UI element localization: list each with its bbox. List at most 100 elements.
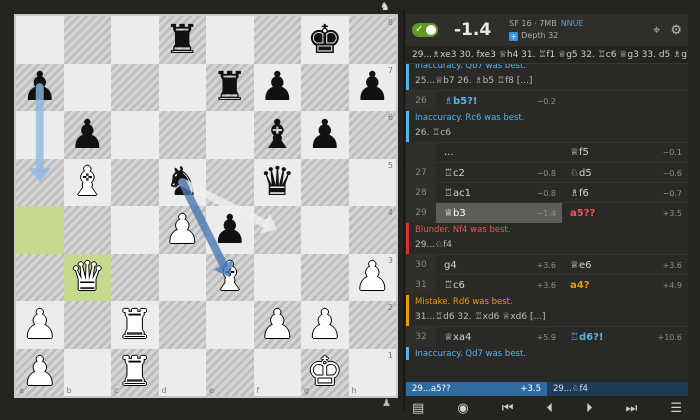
square-h1[interactable]: h1 — [348, 348, 396, 396]
white-pawn-piece[interactable]: ♟ — [159, 206, 207, 254]
square-h7[interactable]: ♟ 7 — [348, 63, 396, 111]
square-d2[interactable] — [158, 301, 206, 349]
move-black[interactable]: a4? +4.9 — [562, 275, 688, 295]
square-a6[interactable] — [16, 111, 64, 159]
move-black[interactable]: ♕f5 −0.1 — [562, 143, 688, 162]
square-b2[interactable] — [63, 301, 111, 349]
white-bishop-piece[interactable]: ♝ — [206, 254, 254, 302]
square-g7[interactable] — [301, 63, 349, 111]
square-e2[interactable] — [206, 301, 254, 349]
square-c1[interactable]: ♜ c — [111, 348, 159, 396]
square-a5[interactable] — [16, 158, 64, 206]
circle-icon[interactable]: ◉ — [457, 401, 468, 416]
square-f7[interactable]: ♟ — [253, 63, 302, 112]
move-black[interactable]: ♕e6 +3.6 — [562, 255, 688, 275]
square-c5[interactable] — [111, 158, 159, 206]
square-e5[interactable] — [206, 158, 254, 206]
plus-icon[interactable]: + — [509, 31, 519, 41]
square-e4[interactable]: ♟ — [206, 206, 254, 254]
book-icon[interactable]: ▤ — [412, 401, 424, 416]
square-e6[interactable] — [206, 111, 254, 159]
move-white-current[interactable]: ♕b3 −1.4 — [436, 203, 562, 223]
comment-variation[interactable]: 26. ♖c6 — [415, 124, 682, 142]
white-pawn-piece[interactable]: ♟ — [16, 301, 64, 349]
square-b5[interactable]: ♝ — [63, 158, 112, 207]
move-black[interactable]: ♖d6?! +10.6 — [562, 327, 688, 347]
status-current-move[interactable]: 29...a5?? +3.5 — [406, 382, 547, 396]
chess-board[interactable]: ♜ ♚ 8 ♟ ♜ ♟ ♟ 7 ♟ ♝ ♟ 6 ♝ ♞ ♛ 5 ♟ ♟ 4 ♛ ♝ ♟ 3 ♟ ♜ ♟ ♟ 2 ♟ a b ♜ c d e f ♚ g h 1 — [16, 16, 396, 396]
square-d3[interactable] — [158, 253, 206, 301]
move-white[interactable]: ♗b5?! −0.2 — [436, 91, 562, 111]
square-c4[interactable] — [111, 206, 159, 254]
square-e1[interactable]: e — [206, 348, 254, 396]
black-pawn-piece[interactable]: ♟ — [206, 206, 254, 254]
square-a3[interactable] — [16, 253, 64, 301]
move-white[interactable]: ♖c6 +3.6 — [436, 275, 562, 295]
black-pawn-piece[interactable]: ♟ — [64, 111, 112, 159]
square-f4[interactable] — [253, 206, 301, 254]
square-d7[interactable] — [158, 63, 206, 111]
move-white[interactable]: ♖ac1 −0.8 — [436, 183, 562, 203]
last-move-icon[interactable]: ⏭ — [626, 401, 638, 416]
square-c3[interactable] — [111, 253, 159, 301]
prev-move-icon[interactable]: ⏴ — [546, 401, 553, 416]
square-h2[interactable]: 2 — [348, 301, 396, 349]
square-f8[interactable] — [253, 16, 301, 64]
target-icon[interactable]: ⌖ — [653, 23, 660, 38]
black-rook-piece[interactable]: ♜ — [159, 16, 207, 64]
square-g8[interactable]: ♚ — [301, 16, 349, 64]
black-pawn-piece[interactable]: ♟ — [254, 64, 302, 112]
square-b1[interactable]: b — [63, 348, 111, 396]
comment-variation[interactable]: 25...♕b7 26. ♗b5 ♖f8 [...] — [415, 72, 682, 90]
square-e8[interactable] — [206, 16, 254, 64]
square-f2[interactable]: ♟ — [253, 301, 301, 349]
white-bishop-piece[interactable]: ♝ — [64, 159, 112, 207]
square-d5[interactable]: ♞ — [158, 158, 207, 207]
square-a7[interactable]: ♟ — [16, 63, 64, 112]
engine-toggle[interactable]: ✓ — [412, 23, 438, 37]
square-b3[interactable]: ♛ — [63, 253, 111, 301]
square-d6[interactable] — [158, 111, 206, 159]
pv-line[interactable]: 29...♗xe3 30. fxe3 ♕h4 31. ♖f1 ♕g5 32. ♖… — [406, 46, 688, 64]
square-b8[interactable] — [63, 16, 111, 64]
square-a8[interactable] — [16, 16, 64, 64]
square-h3[interactable]: ♟ 3 — [348, 253, 396, 301]
next-move-icon[interactable]: ⏵ — [586, 401, 593, 416]
square-d1[interactable]: d — [158, 348, 206, 396]
square-f6[interactable]: ♝ — [253, 111, 302, 159]
white-pawn-piece[interactable]: ♟ — [301, 301, 349, 349]
square-g4[interactable] — [301, 206, 349, 254]
first-move-icon[interactable]: ⏮ — [502, 401, 514, 416]
square-f1[interactable]: f — [253, 348, 301, 396]
square-h4[interactable]: 4 — [348, 206, 396, 254]
move-black[interactable]: a5?? +3.5 — [562, 203, 688, 223]
black-rook-piece[interactable]: ♜ — [206, 64, 254, 112]
square-b7[interactable] — [63, 63, 111, 111]
square-g3[interactable] — [301, 253, 349, 301]
square-c2[interactable]: ♜ — [111, 301, 159, 349]
move-black[interactable]: ♗f6 −0.7 — [562, 183, 688, 203]
black-king-piece[interactable]: ♚ — [301, 16, 349, 64]
square-b4[interactable] — [63, 206, 111, 254]
square-a4[interactable] — [16, 206, 64, 254]
square-h8[interactable]: 8 — [348, 16, 396, 64]
knight-flip-icon[interactable]: ♞ — [380, 0, 394, 13]
square-c6[interactable] — [111, 111, 159, 159]
square-a1[interactable]: ♟ a — [16, 348, 64, 396]
move-white[interactable]: g4 +3.6 — [436, 255, 562, 275]
black-pawn-piece[interactable]: ♟ — [301, 111, 349, 159]
black-knight-piece[interactable]: ♞ — [159, 159, 207, 207]
black-pawn-piece[interactable]: ♟ — [16, 64, 64, 112]
square-g1[interactable]: ♚ g — [301, 348, 349, 396]
square-a2[interactable]: ♟ — [16, 301, 64, 349]
square-f3[interactable] — [253, 253, 301, 301]
square-h5[interactable]: 5 — [348, 158, 396, 206]
square-b6[interactable]: ♟ — [63, 111, 112, 159]
square-c7[interactable] — [111, 63, 159, 111]
square-g6[interactable]: ♟ — [301, 111, 349, 159]
black-queen-piece[interactable]: ♛ — [254, 159, 302, 207]
comment-variation[interactable]: 29...♘f4 — [415, 236, 682, 254]
black-bishop-piece[interactable]: ♝ — [254, 111, 302, 159]
square-c8[interactable] — [111, 16, 159, 64]
square-g5[interactable] — [301, 158, 349, 206]
